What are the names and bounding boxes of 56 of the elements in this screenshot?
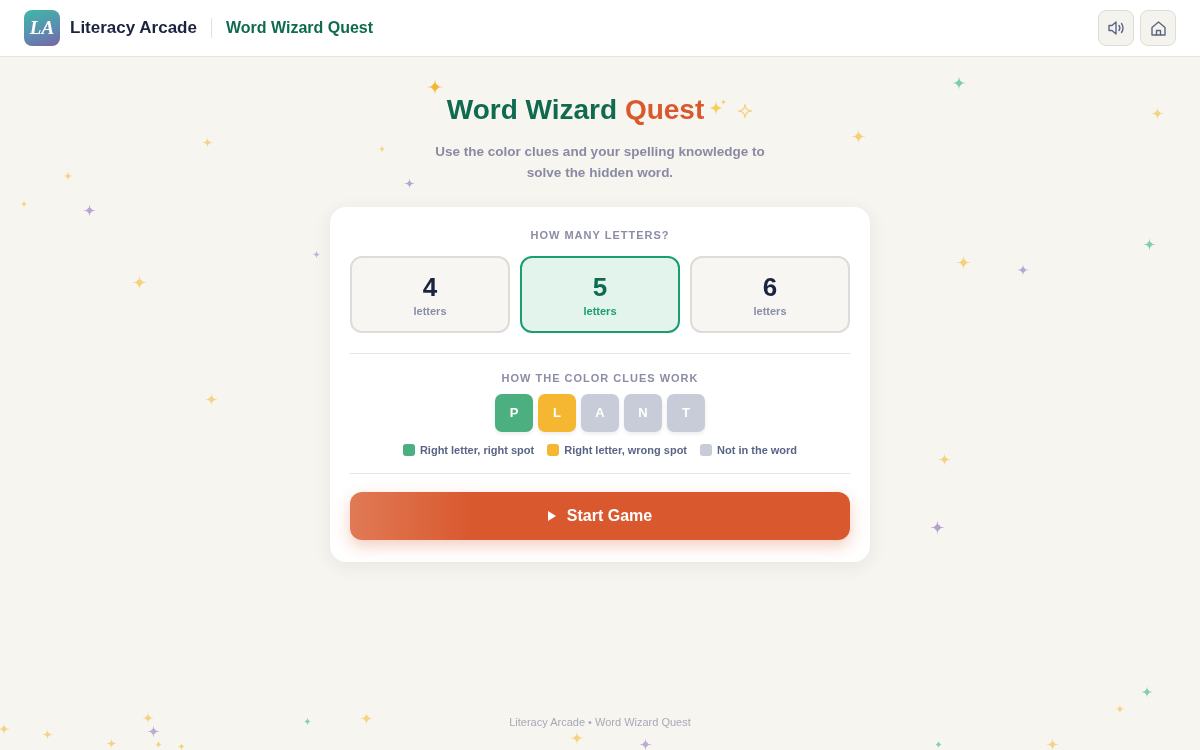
sparkle-icon (153, 739, 163, 749)
sparkle-icon (0, 723, 10, 735)
sound-button[interactable] (1098, 10, 1134, 46)
section-label: HOW MANY LETTERS? (530, 228, 670, 243)
sparkle-icon (1150, 106, 1164, 120)
sparkle-icon (201, 136, 213, 148)
sparkle-icon (737, 103, 754, 119)
sparkle-icon (1115, 704, 1125, 714)
letter-count-option[interactable]: 4 letters (350, 256, 510, 333)
sparkle-icon (955, 254, 971, 270)
legend-label: Right letter, right spot (419, 443, 535, 457)
page-title: Word Wizard Quest (446, 93, 705, 127)
sparkle-icon (63, 171, 73, 181)
sparkle-icon (1142, 237, 1156, 251)
footer-text: Literacy Arcade • Word Wizard Quest (509, 715, 691, 730)
subtitle: Use the color clues and your spelling knowledge to solve the hidden word. (435, 143, 765, 182)
start-game-button[interactable]: Start Game (350, 492, 850, 540)
sparkle-icon (359, 711, 373, 725)
sparkle-icon (41, 728, 53, 740)
sparkle-icon (929, 519, 945, 535)
sparkle-icon (20, 200, 28, 208)
sparkle-icon (302, 716, 312, 726)
sparkle-icon (1141, 686, 1153, 698)
legend-label: Right letter, wrong spot (564, 443, 688, 457)
sparkle-icon (403, 177, 415, 189)
sparkle-icon (937, 452, 951, 466)
letter-count-option[interactable]: 5 letters (520, 256, 680, 333)
sparkle-icon (105, 737, 117, 749)
sparkle-icon (142, 712, 154, 724)
logo-badge: LA (24, 10, 60, 46)
section-label: HOW THE COLOR CLUES WORK (501, 371, 699, 386)
sparkle-icon (427, 79, 443, 95)
sparkle-icon (570, 731, 584, 745)
sparkle-icon (146, 724, 160, 738)
legend-label: Not in the word (717, 443, 798, 457)
sparkle-icon (378, 145, 386, 153)
sparkle-icon (82, 203, 96, 217)
brand-name: Literacy Arcade (70, 17, 197, 40)
game-title: Word Wizard Quest (225, 18, 374, 38)
sparkle-icon (1017, 264, 1029, 276)
home-icon (1150, 20, 1166, 36)
sparkle-icon (176, 741, 186, 750)
play-icon (547, 511, 556, 521)
home-button[interactable] (1140, 10, 1176, 46)
letter-tile: P (495, 394, 533, 432)
sparkle-icon (638, 737, 652, 750)
sparkle-icon (204, 392, 218, 406)
letter-count-option[interactable]: 6 letters (690, 256, 850, 333)
speaker-icon (1107, 21, 1125, 35)
sparkle-icon (952, 76, 966, 90)
sparkle-icon (850, 128, 866, 144)
letter-tile: L (538, 394, 576, 432)
sparkle-icon (311, 249, 321, 259)
sparkle-icon (1045, 737, 1059, 750)
sparkle-icon (131, 274, 147, 290)
sparkle-icon (933, 739, 943, 749)
